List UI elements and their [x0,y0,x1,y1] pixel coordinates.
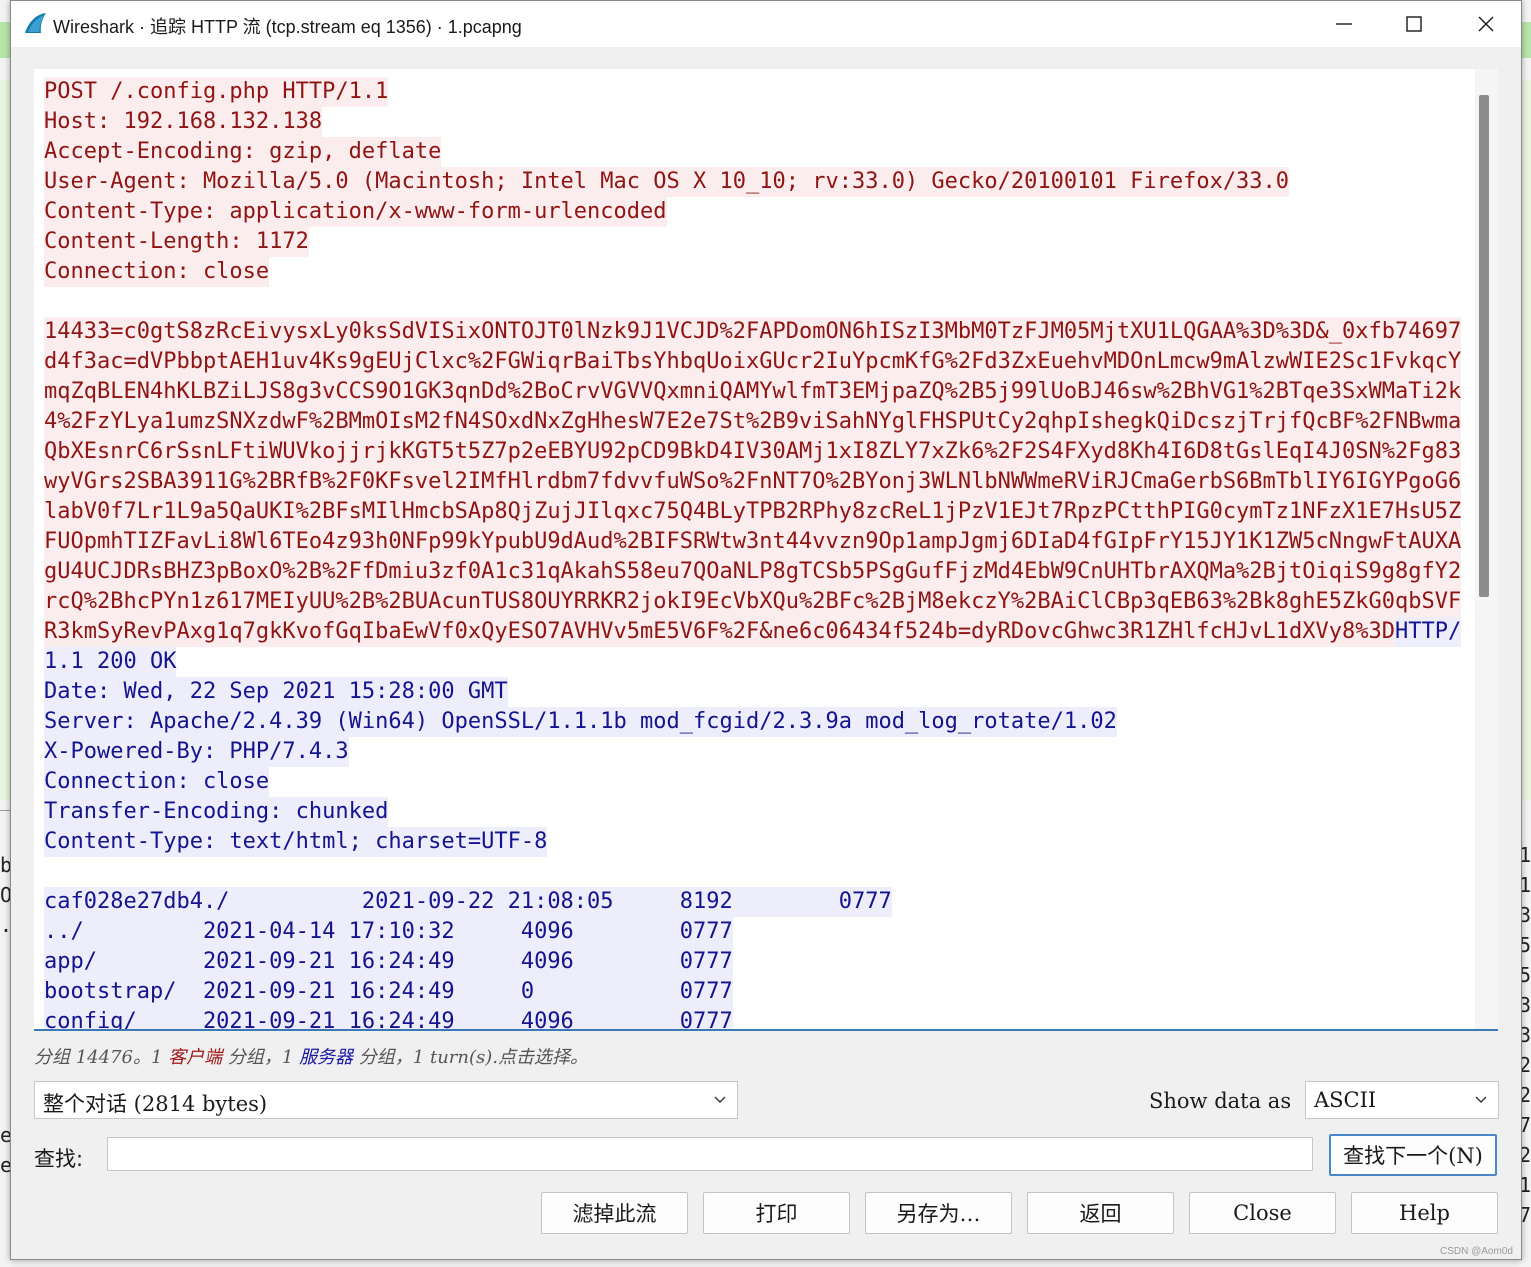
stream-line[interactable]: wyVGrs2SBA3911G%2BRfB%2F0KFsvel2IMfHlrdb… [44,467,1462,497]
client-text: Host: 192.168.132.138 [44,107,323,137]
client-text: FUOpmhTIZFavLi8Wl6TEo4z93h0NFp99kYpubU9d… [44,527,1462,557]
print-button[interactable]: 打印 [703,1192,850,1234]
stream-line[interactable]: R3kmSyRevPAxg1q7gkKvofGqIbaEwVf0xQyESO7A… [44,617,1462,647]
stream-line[interactable] [44,287,1461,317]
client-text: QbXEsnrC6rSsnLFtiWUVkojjrjkKGT5t5Z7p2eEB… [44,437,1462,467]
stream-line[interactable]: Server: Apache/2.4.39 (Win64) OpenSSL/1.… [44,707,1461,737]
maximize-icon [1406,16,1422,32]
client-text: 4%2FzYLya1umzSNXzdwF%2BMmOIsM2fN4SOxdNxZ… [44,407,1462,437]
save-as-button[interactable]: 另存为… [865,1192,1012,1234]
server-text: Date: Wed, 22 Sep 2021 15:28:00 GMT [44,677,508,707]
stream-line[interactable]: Date: Wed, 22 Sep 2021 15:28:00 GMT [44,677,1461,707]
client-text: User-Agent: Mozilla/5.0 (Macintosh; Inte… [44,167,1290,197]
server-label: 服务器 [299,1047,354,1068]
client-text: Connection: close [44,257,270,287]
stream-line[interactable]: Content-Length: 1172 [44,227,1461,257]
minimize-button[interactable] [1309,1,1379,47]
client-text: rcQ%2BhcPYn1z617MEIyUU%2B%2BUAcunTUS8OUY… [44,587,1462,617]
watermark: CSDN @Aom0d [1440,1246,1513,1257]
stream-line[interactable]: mqZqBLEN4hKLBZiLJS8g3vCCS9O1GK3qnDd%2BoC… [44,377,1462,407]
stream-line[interactable]: POST /.config.php HTTP/1.1 [44,77,1461,107]
stream-line[interactable]: config/ 2021-09-21 16:24:49 4096 0777 [44,1007,1461,1029]
find-input[interactable] [107,1137,1313,1171]
stream-line[interactable]: 14433=c0gtS8zRcEivysxLy0ksSdVISixONTOJT0… [44,317,1462,347]
stream-line[interactable]: Host: 192.168.132.138 [44,107,1461,137]
client-text: Content-Length: 1172 [44,227,309,257]
server-text: Connection: close [44,767,270,797]
client-text: Content-Type: application/x-www-form-url… [44,197,667,227]
server-text: Content-Type: text/html; charset=UTF-8 [44,827,548,857]
stream-line[interactable] [44,857,1461,887]
server-text: config/ 2021-09-21 16:24:49 4096 0777 [44,1007,733,1029]
maximize-button[interactable] [1379,1,1449,47]
find-label: 查找: [34,1147,84,1171]
wireshark-fin-icon [25,13,46,33]
server-text: app/ 2021-09-21 16:24:49 4096 0777 [44,947,733,977]
client-text: Accept-Encoding: gzip, deflate [44,137,442,167]
stream-line[interactable]: ../ 2021-04-14 17:10:32 4096 0777 [44,917,1461,947]
stream-line[interactable]: Connection: close [44,767,1461,797]
stream-content-view[interactable]: POST /.config.php HTTP/1.1 Host: 192.168.… [34,69,1498,1031]
server-text: Server: Apache/2.4.39 (Win64) OpenSSL/1.… [44,707,1117,737]
stream-text[interactable]: POST /.config.php HTTP/1.1 Host: 192.168.… [44,77,1462,1029]
chevron-down-icon [714,1096,726,1103]
find-next-button[interactable]: 查找下一个(N) [1329,1134,1497,1176]
server-text: bootstrap/ 2021-09-21 16:24:49 0 0777 [44,977,733,1007]
chevron-down-icon [1475,1096,1487,1103]
stream-line[interactable]: Accept-Encoding: gzip, deflate [44,137,1461,167]
conversation-select[interactable]: 整个对话 (2814 bytes) [34,1081,738,1119]
back-button[interactable]: 返回 [1027,1192,1174,1234]
stream-line[interactable]: X-Powered-By: PHP/7.4.3 [44,737,1461,767]
show-data-as-select[interactable]: ASCII [1305,1081,1499,1119]
client-text: POST /.config.php HTTP/1.1 [44,77,389,107]
server-text: HTTP/ [1395,617,1462,647]
vertical-scrollbar[interactable] [1475,69,1498,1029]
help-button[interactable]: Help [1351,1192,1498,1234]
client-text: wyVGrs2SBA3911G%2BRfB%2F0KFsvel2IMfHlrdb… [44,467,1462,497]
server-text: Transfer-Encoding: chunked [44,797,389,827]
stream-line[interactable]: 4%2FzYLya1umzSNXzdwF%2BMmOIsM2fN4SOxdNxZ… [44,407,1462,437]
scrollbar-thumb[interactable] [1479,95,1489,597]
client-text: 14433=c0gtS8zRcEivysxLy0ksSdVISixONTOJT0… [44,317,1462,347]
server-text: 1.1 200 OK [44,647,177,677]
close-window-button[interactable] [1451,1,1521,47]
stream-line[interactable]: app/ 2021-09-21 16:24:49 4096 0777 [44,947,1461,977]
stream-line[interactable]: 1.1 200 OK [44,647,1461,677]
stream-line[interactable]: Content-Type: application/x-www-form-url… [44,197,1461,227]
packet-status-line: 分组 14476。1 客户端 分组，1 服务器 分组，1 turn(s).点击选… [34,1047,588,1068]
show-data-as-label: Show data as [1149,1089,1292,1113]
stream-line[interactable]: gU4UCJDRsBHZ3pBoxO%2B%2FfDmiu3zf0A1c31qA… [44,557,1462,587]
minimize-icon [1336,23,1352,25]
client-text: gU4UCJDRsBHZ3pBoxO%2B%2FfDmiu3zf0A1c31qA… [44,557,1462,587]
server-text: ../ 2021-04-14 17:10:32 4096 0777 [44,917,733,947]
server-text: caf028e27db4./ 2021-09-22 21:08:05 8192 … [44,887,892,917]
stream-line[interactable]: QbXEsnrC6rSsnLFtiWUVkojjrjkKGT5t5Z7p2eEB… [44,437,1462,467]
follow-http-stream-dialog: Wireshark · 追踪 HTTP 流 (tcp.stream eq 135… [10,0,1522,1260]
stream-line[interactable]: User-Agent: Mozilla/5.0 (Macintosh; Inte… [44,167,1461,197]
stream-line[interactable]: Transfer-Encoding: chunked [44,797,1461,827]
close-button[interactable]: Close [1189,1192,1336,1234]
stream-line[interactable]: bootstrap/ 2021-09-21 16:24:49 0 0777 [44,977,1461,1007]
filter-out-stream-button[interactable]: 滤掉此流 [541,1192,688,1234]
close-icon [1478,16,1494,32]
client-text: R3kmSyRevPAxg1q7gkKvofGqIbaEwVf0xQyESO7A… [44,617,1396,647]
stream-line[interactable]: Connection: close [44,257,1461,287]
stream-line[interactable]: labV0f7Lr1L9a5QaUKI%2BFsMIlHmcbSAp8QjZuj… [44,497,1462,527]
stream-line[interactable]: caf028e27db4./ 2021-09-22 21:08:05 8192 … [44,887,1461,917]
stream-line[interactable]: FUOpmhTIZFavLi8Wl6TEo4z93h0NFp99kYpubU9d… [44,527,1462,557]
window-title: Wireshark · 追踪 HTTP 流 (tcp.stream eq 135… [53,17,522,37]
client-text: labV0f7Lr1L9a5QaUKI%2BFsMIlHmcbSAp8QjZuj… [44,497,1462,527]
client-text: mqZqBLEN4hKLBZiLJS8g3vCCS9O1GK3qnDd%2BoC… [44,377,1462,407]
client-text: d4f3ac=dVPbbptAEH1uv4Ks9gEUjClxc%2FGWiqr… [44,347,1462,377]
stream-line[interactable]: Content-Type: text/html; charset=UTF-8 [44,827,1461,857]
title-bar[interactable]: Wireshark · 追踪 HTTP 流 (tcp.stream eq 135… [11,1,1521,47]
client-label: 客户端 [168,1047,223,1068]
server-text: X-Powered-By: PHP/7.4.3 [44,737,349,767]
stream-line[interactable]: d4f3ac=dVPbbptAEH1uv4Ks9gEUjClxc%2FGWiqr… [44,347,1462,377]
stream-line[interactable]: rcQ%2BhcPYn1z617MEIyUU%2B%2BUAcunTUS8OUY… [44,587,1462,617]
